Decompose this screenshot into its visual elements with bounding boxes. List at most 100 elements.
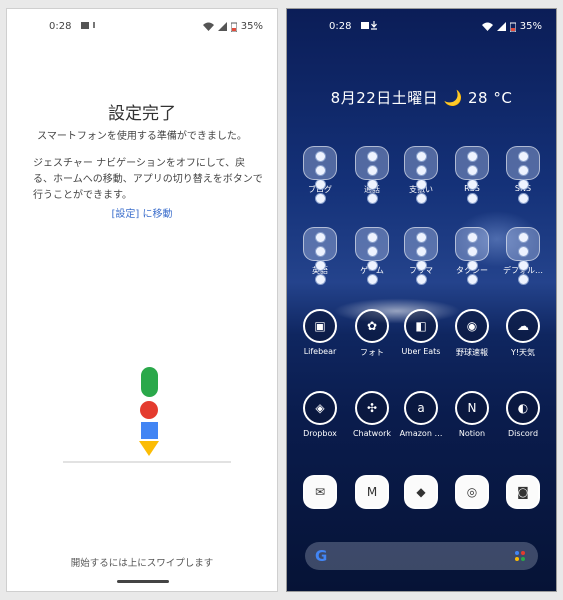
folder-mini-app-icon xyxy=(517,193,529,204)
folder-mini-app-icon xyxy=(466,274,478,285)
red-circle-shape xyxy=(140,401,158,419)
folder-mini-app-icon xyxy=(517,165,529,176)
folder-icon xyxy=(355,146,389,204)
folder-mini-app-icon xyxy=(366,179,378,190)
app-folder[interactable]: フリマ xyxy=(395,227,447,285)
folder-mini-app-icon xyxy=(415,260,427,271)
gmail-app[interactable]: M xyxy=(346,475,398,509)
maps-app[interactable]: ◆ xyxy=(395,475,447,509)
folder-mini-app-icon xyxy=(517,274,529,285)
folder-mini-app-icon xyxy=(415,193,427,204)
messages-app[interactable]: ✉ xyxy=(294,475,346,509)
app-folder[interactable]: 支払い xyxy=(395,146,447,204)
app-folder[interactable]: 英語 xyxy=(294,227,346,285)
app-folder[interactable]: デフォル… xyxy=(497,227,549,285)
folder-mini-app-icon xyxy=(466,179,478,190)
folder-mini-app-icon xyxy=(415,165,427,176)
notebook-app[interactable]: ▣ Lifebear xyxy=(294,309,346,356)
folder-mini-app-icon xyxy=(517,246,529,257)
wifi-icon xyxy=(481,22,493,31)
google-photos-icon: ✿ xyxy=(355,309,389,343)
camera-icon: ◙ xyxy=(506,475,540,509)
camera-app[interactable]: ◙ xyxy=(497,475,549,509)
folder-icon xyxy=(404,227,438,285)
battery-icon xyxy=(230,22,237,32)
setup-complete-screen: 0:28 35% 設定完了 スマートフォンを使用する準備ができました。 ジェスチ… xyxy=(6,8,278,592)
blue-square-shape xyxy=(140,422,158,439)
download-notification-icon xyxy=(361,21,383,34)
green-pill-shape xyxy=(140,367,158,397)
app-label: Notion xyxy=(458,429,486,438)
folder-mini-app-icon xyxy=(366,232,378,243)
folder-icon xyxy=(355,227,389,285)
gmail-icon: M xyxy=(355,475,389,509)
notion-icon-glyph: N xyxy=(467,401,477,415)
battery-percent: 35% xyxy=(240,21,263,32)
dropbox-app[interactable]: ◈ Dropbox xyxy=(294,391,346,438)
folder-icon xyxy=(455,146,489,204)
gesture-home-bar[interactable] xyxy=(117,580,169,583)
gmail-icon-glyph: M xyxy=(366,485,378,499)
discord-icon-glyph: ◐ xyxy=(517,401,529,415)
go-to-settings-link[interactable]: [設定] に移動 xyxy=(7,205,277,220)
app-folder[interactable]: RSS xyxy=(446,146,498,204)
folder-mini-app-icon xyxy=(415,246,427,257)
chrome-app[interactable]: ◎ xyxy=(446,475,498,509)
folder-mini-app-icon xyxy=(314,232,326,243)
chrome-icon-glyph: ◎ xyxy=(466,485,478,499)
notion-app[interactable]: N Notion xyxy=(446,391,498,438)
battery-icon xyxy=(509,22,516,32)
uber-eats-icon: ◧ xyxy=(404,309,438,343)
folder-mini-app-icon xyxy=(415,274,427,285)
folder-icon xyxy=(506,146,540,204)
app-folder[interactable]: ブログ xyxy=(294,146,346,204)
folder-mini-app-icon xyxy=(366,260,378,271)
app-folder[interactable]: タクシー xyxy=(446,227,498,285)
image-notification-icon xyxy=(81,21,99,34)
baseball-icon-glyph: ◉ xyxy=(466,319,478,333)
folder-mini-app-icon xyxy=(314,260,326,271)
folder-mini-app-icon xyxy=(466,165,478,176)
google-search-bar[interactable]: G xyxy=(305,542,538,570)
page-title: 設定完了 xyxy=(108,104,176,124)
chatwork-icon-glyph: ✣ xyxy=(366,401,378,415)
maps-icon: ◆ xyxy=(404,475,438,509)
discord-icon: ◐ xyxy=(506,391,540,425)
app-folder[interactable]: SNS xyxy=(497,146,549,204)
assistant-mic-icon[interactable] xyxy=(514,550,526,562)
folder-mini-app-icon xyxy=(366,274,378,285)
folder-mini-app-icon xyxy=(366,193,378,204)
date-weather-widget[interactable]: 8月22日土曜日 🌙 28 °C xyxy=(287,87,556,108)
amazon-icon-glyph: a xyxy=(417,401,425,415)
amazon-icon: a xyxy=(404,391,438,425)
discord-app[interactable]: ◐ Discord xyxy=(497,391,549,438)
folder-mini-app-icon xyxy=(314,274,326,285)
messages-icon-glyph: ✉ xyxy=(314,485,326,499)
chrome-icon: ◎ xyxy=(455,475,489,509)
folder-mini-app-icon xyxy=(466,246,478,257)
baseball-icon: ◉ xyxy=(455,309,489,343)
app-folder[interactable]: ゲーム xyxy=(346,227,398,285)
app-folder[interactable]: 通話 xyxy=(346,146,398,204)
amazon-app[interactable]: a Amazon … xyxy=(395,391,447,438)
status-bar: 0:28 35% xyxy=(287,21,556,37)
chatwork-app[interactable]: ✣ Chatwork xyxy=(346,391,398,438)
folder-mini-app-icon xyxy=(366,246,378,257)
yellow-triangle-shape xyxy=(139,441,159,456)
notebook-icon-glyph: ▣ xyxy=(314,319,326,333)
illustration-ground-line xyxy=(63,461,231,463)
gesture-info-text: ジェスチャー ナビゲーションをオフにして、戻る、ホームへの移動、アプリの切り替え… xyxy=(33,158,263,201)
app-label: Amazon … xyxy=(399,429,443,438)
baseball-app[interactable]: ◉ 野球速報 xyxy=(446,309,498,358)
notion-icon: N xyxy=(455,391,489,425)
swipe-up-hint: 開始するには上にスワイプします xyxy=(70,558,214,569)
google-photos-icon-glyph: ✿ xyxy=(366,319,378,333)
battery-percent: 35% xyxy=(519,21,542,32)
app-label: Chatwork xyxy=(352,429,392,438)
folder-mini-app-icon xyxy=(517,151,529,162)
folder-mini-app-icon xyxy=(466,151,478,162)
uber-eats-app[interactable]: ◧ Uber Eats xyxy=(395,309,447,356)
google-photos-app[interactable]: ✿ フォト xyxy=(346,309,398,358)
uber-eats-icon-glyph: ◧ xyxy=(415,319,427,333)
weather-app[interactable]: ☁ Y!天気 xyxy=(497,309,549,358)
